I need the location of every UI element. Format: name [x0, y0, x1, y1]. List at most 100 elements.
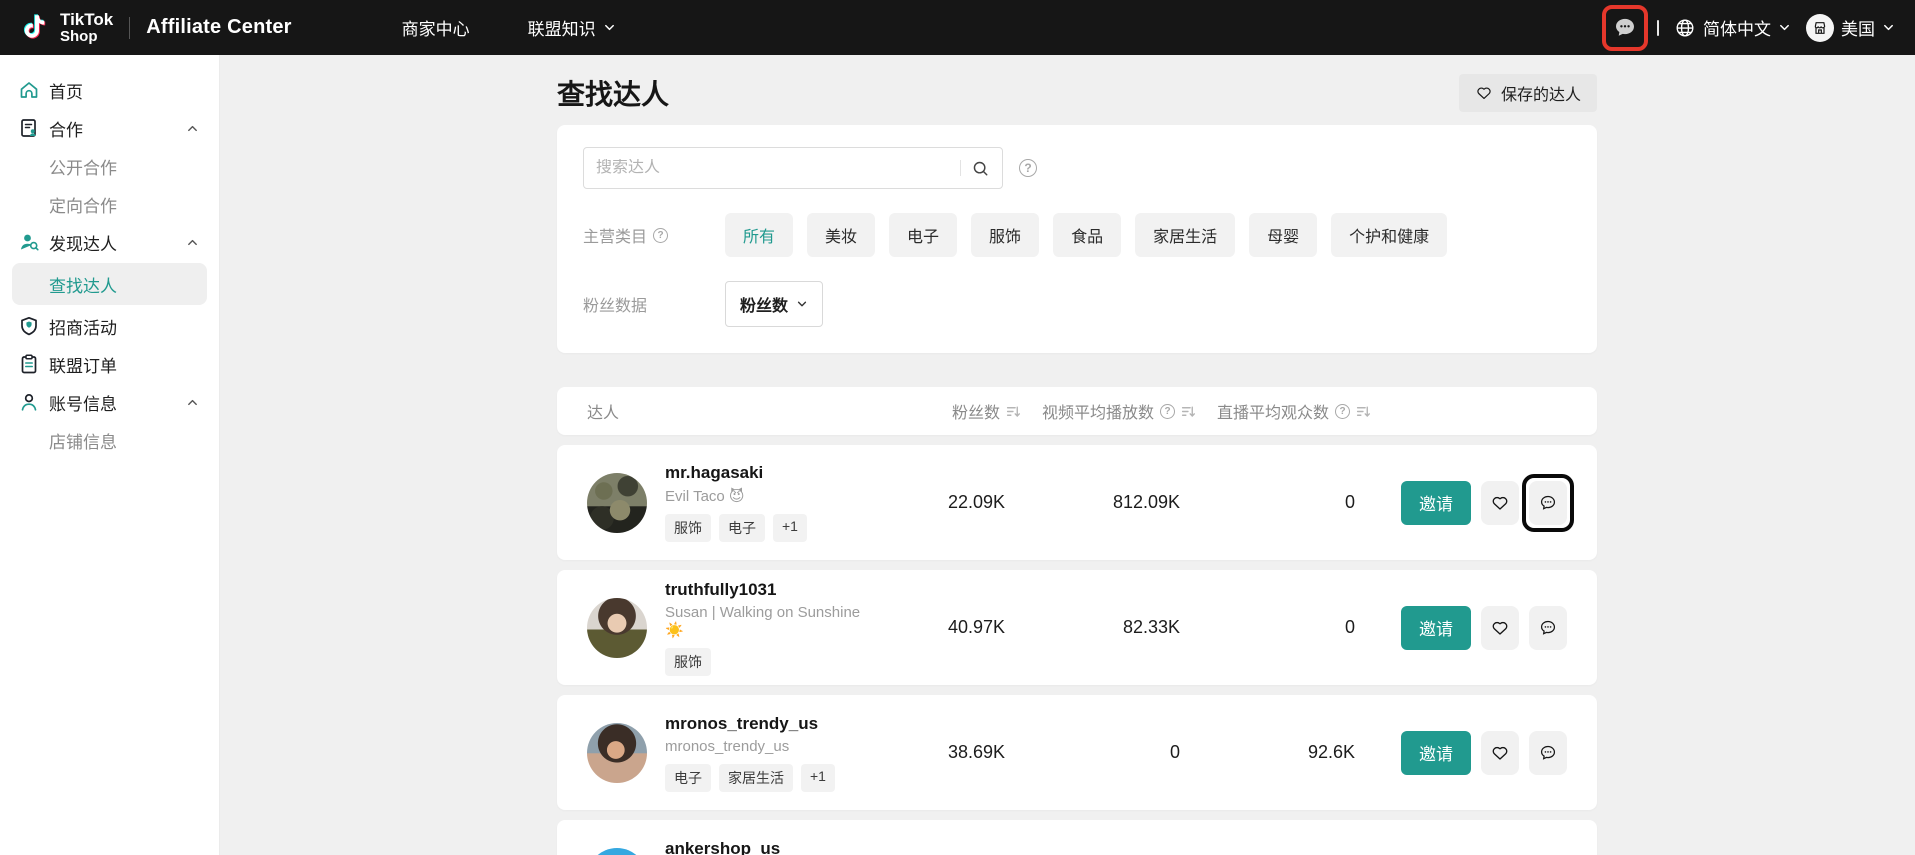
col-header-avg-live-viewers[interactable]: 直播平均观众数 ? — [1196, 399, 1371, 423]
message-button[interactable] — [1529, 731, 1567, 775]
sidebar-item-find-creators[interactable]: 查找达人 — [12, 263, 207, 305]
brand-wordmark: TikTok Shop — [60, 11, 113, 44]
main-content: 查找达人 保存的达人 ? 主营类目 ? — [220, 55, 1915, 855]
message-button[interactable] — [1529, 481, 1567, 525]
search-divider — [960, 160, 961, 176]
more-tags-badge[interactable]: +1 — [801, 764, 835, 792]
store-icon — [1806, 14, 1834, 42]
creator-row: mr.hagasaki Evil Taco 😈 服饰 电子 +1 22.09K … — [557, 445, 1597, 560]
creator-row: mronos_trendy_us mronos_trendy_us 电子 家居生… — [557, 695, 1597, 810]
creator-table-header: 达人 粉丝数 视频平均播放数 ? 直播平均观众数 ? — [557, 387, 1597, 435]
col-header-avg-video-views[interactable]: 视频平均播放数 ? — [1021, 399, 1196, 423]
creator-subtitle: Evil Taco 😈 — [665, 487, 807, 505]
invite-button[interactable]: 邀请 — [1401, 606, 1471, 650]
category-tag: 服饰 — [665, 648, 711, 676]
chat-bubble-icon — [1538, 618, 1558, 638]
creator-name[interactable]: ankershop_us — [665, 839, 807, 855]
chip-mother-baby[interactable]: 母婴 — [1249, 213, 1317, 257]
avatar[interactable]: ANKER — [587, 848, 647, 855]
more-tags-badge[interactable]: +1 — [773, 514, 807, 542]
category-help-icon[interactable]: ? — [653, 228, 668, 243]
messages-button[interactable] — [1608, 11, 1642, 45]
region-selector[interactable]: 美国 — [1806, 14, 1895, 42]
heart-icon — [1490, 743, 1510, 763]
message-button[interactable] — [1529, 606, 1567, 650]
chevron-down-icon — [603, 21, 616, 34]
nav-merchant-center[interactable]: 商家中心 — [402, 15, 470, 40]
favorite-button[interactable] — [1481, 731, 1519, 775]
chip-food[interactable]: 食品 — [1053, 213, 1121, 257]
sidebar-item-investment-campaigns[interactable]: 招商活动 — [0, 307, 219, 345]
followers-value: 38.69K — [871, 742, 1021, 763]
sidebar-item-open-cooperation[interactable]: 公开合作 — [0, 147, 219, 185]
search-help-icon[interactable]: ? — [1019, 159, 1037, 177]
sort-icon[interactable] — [1181, 404, 1196, 419]
avatar[interactable] — [587, 473, 647, 533]
creator-subtitle: Susan | Walking on Sunshine ☀️ — [665, 604, 871, 639]
avg-live-viewers-value: 0 — [1196, 492, 1371, 513]
home-icon — [18, 79, 40, 101]
sidebar-item-home[interactable]: 首页 — [0, 71, 219, 109]
chat-bubble-icon — [1538, 493, 1558, 513]
saved-creators-button[interactable]: 保存的达人 — [1459, 74, 1597, 112]
chip-home-living[interactable]: 家居生活 — [1135, 213, 1235, 257]
tiktok-shop-logo[interactable]: TikTok Shop — [20, 11, 113, 45]
col-header-creator: 达人 — [587, 399, 871, 423]
avg-video-views-value: 0 — [1021, 742, 1196, 763]
sidebar-item-account-info[interactable]: 账号信息 — [0, 383, 219, 421]
avatar[interactable] — [587, 723, 647, 783]
chevron-down-icon — [1778, 21, 1791, 34]
topbar: TikTok Shop Affiliate Center 商家中心 联盟知识 简… — [0, 0, 1915, 55]
invite-button[interactable]: 邀请 — [1401, 481, 1471, 525]
sidebar: 首页 合作 公开合作 定向合作 发现达人 查找达人 招商活动 — [0, 55, 220, 855]
chip-beauty[interactable]: 美妆 — [807, 213, 875, 257]
nav-affiliate-academy[interactable]: 联盟知识 — [528, 15, 616, 40]
avg-live-viewers-value: 92.6K — [1196, 742, 1371, 763]
chevron-down-icon — [796, 298, 808, 310]
cooperation-doc-icon — [18, 117, 40, 139]
creator-search-box[interactable] — [583, 147, 1003, 189]
language-selector[interactable]: 简体中文 — [1674, 15, 1791, 40]
col-header-followers[interactable]: 粉丝数 — [871, 399, 1021, 423]
sidebar-item-affiliate-orders[interactable]: 联盟订单 — [0, 345, 219, 383]
sort-icon[interactable] — [1006, 404, 1021, 419]
chip-apparel[interactable]: 服饰 — [971, 213, 1039, 257]
category-filter-label: 主营类目 ? — [583, 223, 725, 247]
fans-data-label: 粉丝数据 — [583, 292, 725, 316]
avatar[interactable] — [587, 598, 647, 658]
search-icon[interactable] — [971, 159, 990, 178]
category-tag: 电子 — [719, 514, 765, 542]
person-search-icon — [18, 231, 40, 253]
topbar-pipe-divider — [1657, 20, 1659, 36]
chip-all[interactable]: 所有 — [725, 213, 793, 257]
filters-card: ? 主营类目 ? 所有 美妆 电子 服饰 食品 家居生活 母婴 个护和健康 — [557, 125, 1597, 353]
search-input[interactable] — [596, 159, 950, 177]
chat-bubble-icon — [1538, 743, 1558, 763]
favorite-button[interactable] — [1481, 606, 1519, 650]
fans-count-dropdown[interactable]: 粉丝数 — [725, 281, 823, 327]
creator-row: truthfully1031 Susan | Walking on Sunshi… — [557, 570, 1597, 685]
invite-button[interactable]: 邀请 — [1401, 731, 1471, 775]
sidebar-item-targeted-cooperation[interactable]: 定向合作 — [0, 185, 219, 223]
chevron-up-icon — [186, 236, 199, 249]
chevron-down-icon — [1882, 21, 1895, 34]
video-views-help-icon[interactable]: ? — [1160, 404, 1175, 419]
followers-value: 40.97K — [871, 617, 1021, 638]
chip-personal-care-health[interactable]: 个护和健康 — [1331, 213, 1447, 257]
heart-icon — [1490, 618, 1510, 638]
globe-icon — [1674, 17, 1696, 39]
live-viewers-help-icon[interactable]: ? — [1335, 404, 1350, 419]
creator-name[interactable]: truthfully1031 — [665, 580, 871, 600]
sidebar-item-cooperation[interactable]: 合作 — [0, 109, 219, 147]
creator-name[interactable]: mr.hagasaki — [665, 463, 807, 483]
clipboard-icon — [18, 353, 40, 375]
creator-name[interactable]: mronos_trendy_us — [665, 714, 835, 734]
product-title: Affiliate Center — [146, 16, 291, 39]
category-tag: 家居生活 — [719, 764, 793, 792]
favorite-button[interactable] — [1481, 481, 1519, 525]
chip-electronics[interactable]: 电子 — [889, 213, 957, 257]
sort-icon[interactable] — [1356, 404, 1371, 419]
heart-icon — [1490, 493, 1510, 513]
sidebar-item-discover-creators[interactable]: 发现达人 — [0, 223, 219, 261]
sidebar-item-shop-info[interactable]: 店铺信息 — [0, 421, 219, 459]
